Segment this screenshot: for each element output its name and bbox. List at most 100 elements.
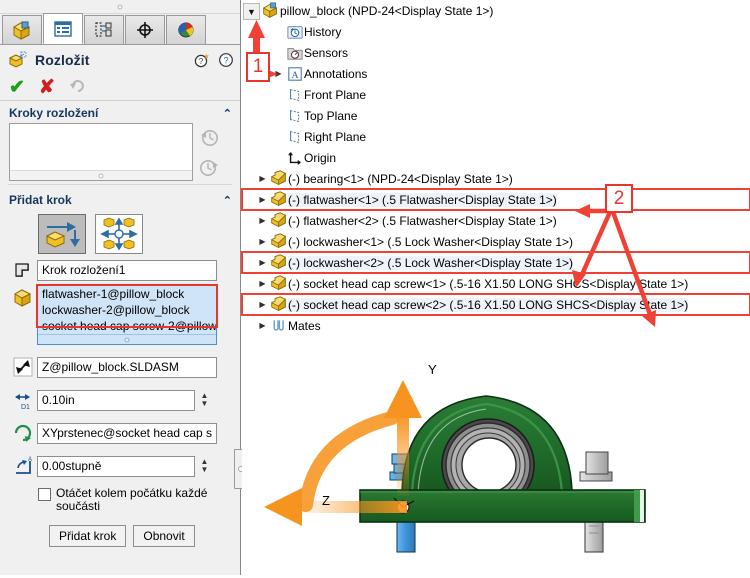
radial-step-button[interactable]	[95, 214, 143, 254]
component-icon	[269, 212, 288, 229]
tree-row-label: (-) lockwasher<1> (.5 Lock Washer<Displa…	[288, 234, 574, 249]
chevron-up-icon[interactable]: ⌃	[223, 194, 232, 207]
chevron-right-icon[interactable]: ▶	[256, 237, 269, 246]
selection-resize-grip[interactable]	[38, 334, 216, 344]
direction-arrow-icon	[9, 354, 37, 380]
callout-1: 1	[246, 52, 270, 82]
explode-distance-input[interactable]	[37, 389, 195, 411]
tree-row-label: (-) bearing<1> (NPD-24<Display State 1>)	[288, 171, 513, 186]
reset-button[interactable]: Obnovit	[133, 525, 195, 547]
chevron-down-icon: ▼	[247, 6, 256, 17]
help-icon[interactable]: ?	[218, 52, 234, 68]
tree-row-label: (-) socket head cap screw<2> (.5-16 X1.5…	[288, 297, 689, 312]
chevron-right-icon[interactable]: ▶	[256, 258, 269, 267]
property-manager-tab[interactable]	[43, 13, 83, 44]
explode-steps-row	[0, 123, 240, 181]
feature-manager-design-tree-tab[interactable]	[2, 15, 42, 44]
rotation-axis-input[interactable]	[37, 422, 217, 444]
sensors-icon	[285, 45, 304, 61]
explode-direction-input[interactable]	[37, 356, 217, 378]
chevron-right-icon[interactable]: ▶	[256, 216, 269, 225]
tree-row[interactable]: ▶ (-) bearing<1> (NPD-24<Display State 1>…	[242, 168, 750, 189]
tree-row[interactable]: Front Plane	[242, 84, 750, 105]
component-icon	[269, 191, 288, 208]
distance-stepper[interactable]: ▲ ▼	[197, 390, 212, 411]
chevron-up-icon[interactable]: ⌃	[223, 107, 232, 120]
cancel-button[interactable]: ✘	[39, 78, 55, 97]
selected-components-listbox[interactable]: flatwasher-1@pillow_block lockwasher-2@p…	[36, 284, 218, 345]
display-manager-tab[interactable]	[166, 15, 206, 44]
tree-row[interactable]: ▶ (-) lockwasher<1> (.5 Lock Washer<Displ…	[242, 231, 750, 252]
help-whats-new-icon[interactable]: ?	[194, 52, 210, 68]
configuration-manager-tab[interactable]	[84, 15, 124, 44]
configuration-icon	[95, 22, 112, 37]
tree-root-label: pillow_block (NPD-24<Display State 1>)	[280, 3, 494, 18]
tree-row[interactable]: ▶ A Annotations	[242, 63, 750, 84]
svg-text:?: ?	[223, 55, 228, 65]
add-step-section-header[interactable]: Přidat krok ⌃	[0, 188, 240, 210]
chevron-right-icon[interactable]: ▶	[256, 300, 269, 309]
tree-row[interactable]: ▶ (-) lockwasher<2> (.5 Lock Washer<Displ…	[241, 251, 750, 274]
rotate-about-origin-checkbox[interactable]	[38, 488, 51, 501]
forward-step-icon[interactable]	[200, 158, 219, 177]
display-sphere-icon	[178, 22, 194, 38]
graphics-area[interactable]: Y Z	[242, 360, 750, 575]
chevron-right-icon[interactable]: ▶	[256, 279, 269, 288]
chevron-right-icon[interactable]: ▶	[256, 195, 269, 204]
tree-row[interactable]: ▶ (-) socket head cap screw<2> (.5-16 X1.…	[241, 293, 750, 316]
tree-row[interactable]: ▶ (-) socket head cap screw<1> (.5-16 X1.…	[242, 273, 750, 294]
tree-row-label: Origin	[304, 150, 337, 165]
explode-steps-section-title: Kroky rozložení	[9, 106, 99, 120]
rotation-axis-row	[0, 413, 240, 446]
tree-row[interactable]: Right Plane	[242, 126, 750, 147]
tree-row[interactable]: Top Plane	[242, 105, 750, 126]
list-item[interactable]: lockwasher-2@pillow_block	[38, 302, 216, 318]
chevron-right-icon[interactable]: ▶	[256, 174, 269, 183]
step-name-input[interactable]	[37, 259, 217, 281]
stepper-down-icon[interactable]: ▼	[201, 400, 209, 408]
regular-step-button[interactable]	[38, 214, 86, 254]
tree-row[interactable]: ▶ (-) flatwasher<2> (.5 Flatwasher<Displa…	[242, 210, 750, 231]
add-step-section-title: Přidat krok	[9, 193, 72, 207]
list-item[interactable]: socket head cap screw-2@pillow_b	[38, 318, 216, 334]
step-name-row	[0, 254, 240, 283]
assembly-icon	[261, 2, 280, 19]
dimxpert-target-icon	[137, 22, 153, 38]
undo-button[interactable]	[69, 78, 87, 97]
listbox-resize-grip[interactable]	[10, 170, 192, 180]
svg-text:D1: D1	[21, 404, 30, 411]
angle-icon: A	[9, 453, 37, 479]
section-divider	[8, 184, 232, 185]
rewind-step-icon[interactable]	[200, 128, 219, 147]
plane-icon	[285, 129, 304, 145]
tree-row-root[interactable]: pillow_block (NPD-24<Display State 1>)	[242, 0, 750, 21]
tree-row[interactable]: ▶ Mates	[242, 315, 750, 336]
tree-row-label: Annotations	[304, 66, 368, 81]
explode-steps-listbox[interactable]	[9, 123, 193, 181]
chevron-right-icon[interactable]: ▶	[256, 321, 269, 330]
explode-steps-section-header[interactable]: Kroky rozložení ⌃	[0, 101, 240, 123]
component-icon	[269, 275, 288, 292]
annotations-icon: A	[285, 66, 304, 82]
origin-icon	[285, 150, 304, 166]
chevron-right-icon[interactable]: ▶	[272, 69, 285, 78]
list-item[interactable]: flatwasher-1@pillow_block	[38, 286, 216, 302]
tree-row[interactable]: ▶ (-) flatwasher<1> (.5 Flatwasher<Displa…	[241, 188, 750, 211]
distance-d1-icon: D1	[9, 387, 37, 413]
dimxpert-manager-tab[interactable]	[125, 15, 165, 44]
panel-grip[interactable]	[0, 0, 240, 14]
tree-row[interactable]: History	[242, 21, 750, 42]
tree-row-label: (-) flatwasher<1> (.5 Flatwasher<Display…	[288, 192, 557, 207]
component-icon	[269, 296, 288, 313]
angle-stepper[interactable]: ▲ ▼	[197, 456, 212, 477]
plane-icon	[285, 87, 304, 103]
tree-row[interactable]: Sensors	[242, 42, 750, 63]
rotation-angle-input[interactable]	[37, 455, 195, 477]
explode-step-icon	[9, 257, 37, 283]
tree-collapse-caret[interactable]: ▼	[243, 3, 260, 20]
confirm-ok-button[interactable]: ✔	[9, 78, 25, 97]
rotation-angle-row: A ▲ ▼	[0, 446, 240, 479]
add-step-button[interactable]: Přidat krok	[49, 525, 127, 547]
tree-row[interactable]: Origin	[242, 147, 750, 168]
stepper-down-icon[interactable]: ▼	[201, 466, 209, 474]
